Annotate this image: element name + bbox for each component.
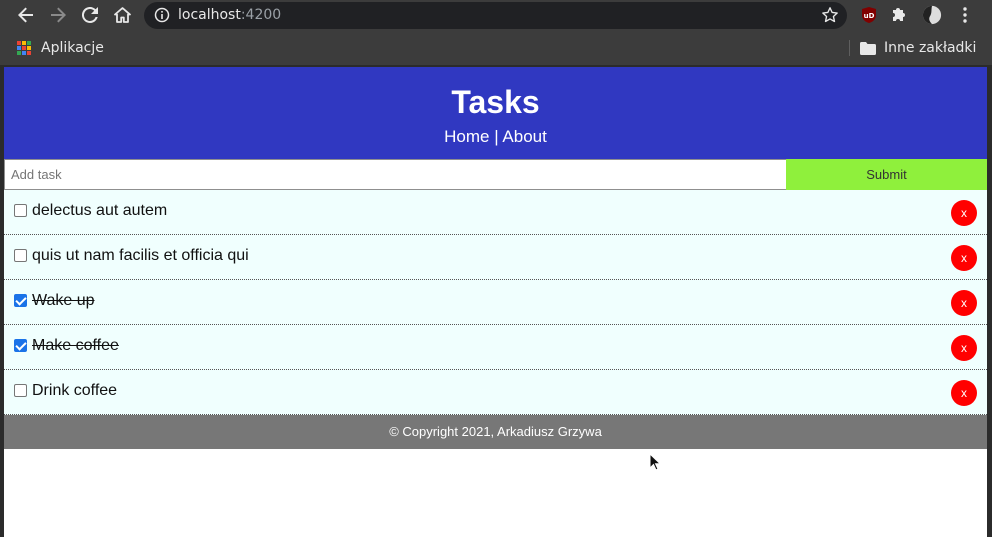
page-footer: © Copyright 2021, Arkadiusz Grzywa [4, 415, 987, 449]
bookmark-star-icon[interactable] [821, 6, 839, 24]
task-checkbox[interactable] [14, 204, 27, 217]
task-list: delectus aut autem x quis ut nam facilis… [4, 190, 987, 415]
back-button[interactable] [15, 4, 37, 26]
folder-icon [860, 41, 876, 55]
task-item: quis ut nam facilis et officia qui x [4, 235, 987, 280]
task-item: Make coffee x [4, 325, 987, 370]
add-task-input[interactable] [4, 159, 788, 190]
arrow-right-icon [51, 7, 66, 23]
page-viewport: Tasks Home | About Submit delectus aut a… [4, 67, 987, 537]
delete-task-button[interactable]: x [951, 380, 977, 406]
task-item: Drink coffee x [4, 370, 987, 415]
forward-button[interactable] [47, 4, 69, 26]
bookmarks-bar: Aplikacje Inne zakładki [0, 31, 992, 65]
bookmarks-divider [849, 40, 850, 56]
extensions-puzzle-icon[interactable] [890, 5, 910, 25]
other-bookmarks-label: Inne zakładki [884, 40, 977, 56]
submit-button[interactable]: Submit [786, 159, 987, 190]
delete-task-button[interactable]: x [951, 200, 977, 226]
arrow-left-icon [18, 7, 33, 23]
apps-bookmark[interactable]: Aplikacje [17, 38, 104, 58]
nav-about-link[interactable]: About [502, 127, 546, 146]
menu-kebab-icon[interactable] [955, 5, 975, 25]
home-button[interactable] [111, 4, 133, 26]
home-icon [113, 7, 131, 23]
task-label: quis ut nam facilis et officia qui [32, 247, 249, 264]
address-bar[interactable]: localhost:4200 [144, 2, 847, 29]
task-item: Wake up x [4, 280, 987, 325]
task-checkbox[interactable] [14, 339, 27, 352]
task-label: delectus aut autem [32, 202, 168, 219]
main-nav: Home | About [4, 127, 987, 147]
reload-button[interactable] [79, 4, 101, 26]
task-label: Wake up [32, 292, 95, 309]
apps-label: Aplikacje [41, 40, 104, 56]
mouse-cursor-icon [649, 453, 661, 471]
delete-task-button[interactable]: x [951, 290, 977, 316]
url-text: localhost:4200 [178, 7, 282, 23]
delete-task-button[interactable]: x [951, 245, 977, 271]
task-label: Make coffee [32, 337, 119, 354]
nav-separator: | [489, 127, 503, 146]
svg-text:uD: uD [864, 12, 875, 20]
nav-home-link[interactable]: Home [444, 127, 489, 146]
page-title: Tasks [451, 84, 540, 120]
task-item: delectus aut autem x [4, 190, 987, 235]
reload-icon [82, 7, 98, 23]
task-checkbox[interactable] [14, 294, 27, 307]
browser-toolbar: localhost:4200 uD [0, 0, 992, 31]
task-label: Drink coffee [32, 382, 118, 399]
task-checkbox[interactable] [14, 384, 27, 397]
delete-task-button[interactable]: x [951, 335, 977, 361]
app-header: Tasks Home | About [4, 67, 987, 159]
ublock-extension-icon[interactable]: uD [859, 5, 879, 25]
info-icon[interactable] [154, 7, 170, 23]
task-checkbox[interactable] [14, 249, 27, 262]
other-bookmarks[interactable]: Inne zakładki [860, 38, 976, 58]
apps-grid-icon [17, 41, 31, 55]
add-task-form: Submit [4, 159, 987, 190]
profile-avatar[interactable] [922, 5, 942, 25]
